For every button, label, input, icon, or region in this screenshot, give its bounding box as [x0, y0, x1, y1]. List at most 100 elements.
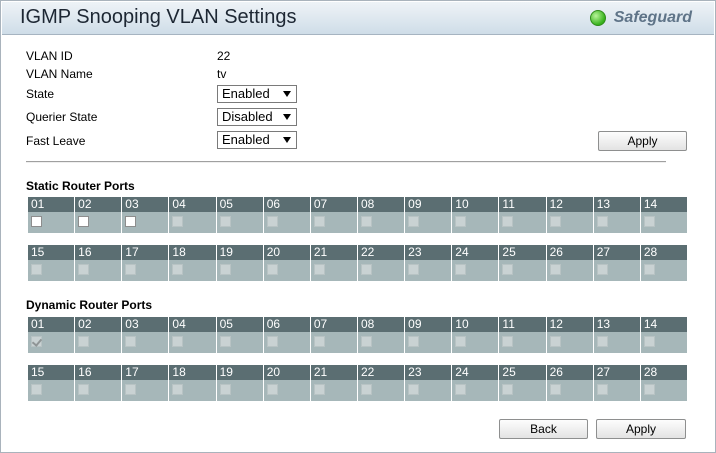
port-checkbox-cell [216, 212, 264, 233]
apply-top-button[interactable]: Apply [598, 131, 687, 151]
port-number: 21 [310, 245, 358, 260]
port-checkbox [455, 264, 467, 275]
port-checkbox[interactable] [125, 216, 137, 227]
port-number: 07 [310, 197, 358, 212]
port-number: 18 [169, 245, 217, 260]
port-cell: 12 [546, 197, 594, 233]
port-checkbox-cell [640, 332, 688, 353]
dynamic-router-ports-title: Dynamic Router Ports [26, 298, 153, 312]
port-checkbox [455, 384, 467, 395]
port-checkbox [408, 384, 420, 395]
port-number: 03 [122, 197, 170, 212]
port-checkbox [596, 384, 608, 395]
port-cell: 11 [499, 197, 547, 233]
port-checkbox-cell [263, 260, 311, 281]
port-checkbox-cell [310, 380, 358, 401]
port-checkbox [643, 216, 655, 227]
port-checkbox [172, 216, 184, 227]
port-number: 19 [216, 365, 264, 380]
port-number: 28 [640, 365, 688, 380]
port-checkbox [31, 384, 42, 395]
port-checkbox [596, 336, 608, 347]
fast-leave-select[interactable]: Enabled [217, 131, 297, 149]
fast-leave-select-value: Enabled [222, 132, 270, 147]
port-checkbox-cell [640, 380, 688, 401]
state-label: State [26, 87, 55, 101]
port-cell: 04 [169, 317, 217, 353]
port-checkbox [549, 216, 561, 227]
port-cell: 12 [546, 317, 594, 353]
port-checkbox-cell [452, 212, 500, 233]
port-checkbox-cell [405, 332, 453, 353]
port-cell: 18 [169, 245, 217, 281]
port-number: 13 [593, 317, 641, 332]
port-checkbox-cell [499, 332, 547, 353]
port-number: 14 [640, 197, 688, 212]
port-number: 27 [593, 365, 641, 380]
port-cell: 08 [357, 317, 406, 353]
port-cell: 02 [75, 317, 123, 353]
port-checkbox-cell [405, 260, 453, 281]
port-checkbox-cell [28, 212, 76, 233]
port-checkbox-cell [452, 380, 500, 401]
port-cell: 07 [310, 197, 358, 233]
port-number: 22 [357, 245, 406, 260]
port-cell: 17 [122, 245, 170, 281]
port-checkbox [78, 264, 90, 275]
port-number: 17 [122, 365, 170, 380]
port-checkbox [502, 216, 514, 227]
port-cell: 18 [169, 365, 217, 401]
apply-bottom-button[interactable]: Apply [596, 419, 686, 439]
port-cell: 13 [593, 317, 641, 353]
port-checkbox-cell [169, 332, 217, 353]
port-number: 26 [546, 245, 594, 260]
port-cell: 20 [263, 245, 311, 281]
port-number: 23 [405, 365, 453, 380]
state-select[interactable]: Enabled [217, 85, 297, 103]
port-number: 23 [405, 245, 453, 260]
port-checkbox-cell [593, 332, 641, 353]
port-number: 01 [28, 317, 76, 332]
port-checkbox [172, 264, 184, 275]
port-checkbox[interactable] [78, 216, 90, 227]
port-cell: 03 [122, 317, 170, 353]
dropdown-arrow-icon [283, 91, 291, 97]
static-router-ports-title: Static Router Ports [26, 179, 135, 193]
port-checkbox [408, 336, 420, 347]
port-cell: 06 [263, 197, 311, 233]
port-checkbox-cell [263, 212, 311, 233]
port-number: 26 [546, 365, 594, 380]
port-checkbox-cell [357, 260, 406, 281]
port-number: 11 [499, 317, 547, 332]
vlan-id-value: 22 [217, 49, 231, 63]
port-checkbox [313, 384, 325, 395]
port-checkbox-cell [122, 212, 170, 233]
port-checkbox-cell [357, 332, 406, 353]
port-cell: 24 [452, 245, 500, 281]
port-checkbox-cell [28, 260, 76, 281]
port-number: 11 [499, 197, 547, 212]
port-cell: 27 [593, 365, 641, 401]
querier-state-select[interactable]: Disabled [217, 108, 297, 126]
port-number: 09 [405, 197, 453, 212]
back-button[interactable]: Back [499, 419, 588, 439]
port-number: 08 [357, 197, 406, 212]
port-number: 02 [75, 317, 123, 332]
port-cell: 24 [452, 365, 500, 401]
port-number: 09 [405, 317, 453, 332]
divider [26, 161, 666, 163]
port-checkbox-cell [593, 380, 641, 401]
vlan-name-label: VLAN Name [26, 67, 93, 81]
port-number: 16 [75, 245, 123, 260]
port-checkbox [408, 216, 420, 227]
port-number: 12 [546, 197, 594, 212]
port-checkbox [219, 264, 231, 275]
port-number: 28 [640, 245, 688, 260]
port-checkbox [360, 336, 372, 347]
port-checkbox [78, 336, 90, 347]
port-checkbox-cell [75, 380, 123, 401]
port-checkbox [455, 336, 467, 347]
port-checkbox-cell [546, 332, 594, 353]
port-checkbox [596, 264, 608, 275]
port-checkbox[interactable] [31, 216, 42, 227]
